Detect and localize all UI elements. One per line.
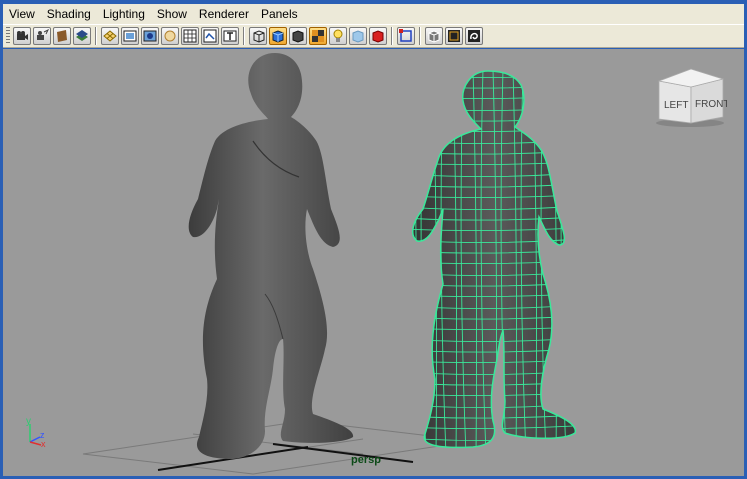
toolbar-separator	[243, 27, 245, 45]
toolbar-separator	[95, 27, 97, 45]
axis-gizmo: y z x	[26, 416, 46, 449]
toolbar-separator	[419, 27, 421, 45]
film-gate-icon	[123, 30, 137, 42]
resolution-gate-icon	[143, 30, 157, 42]
camera-name-label: persp	[351, 454, 381, 466]
safe-action-button[interactable]	[201, 27, 219, 45]
2d-pan-zoom-icon	[76, 30, 88, 41]
camera-attributes-button[interactable]	[13, 27, 31, 45]
axis-y-label: y	[26, 416, 31, 427]
field-chart-button[interactable]	[181, 27, 199, 45]
smooth-shade-button[interactable]	[269, 27, 287, 45]
wireframe-icon	[253, 30, 265, 43]
view-cube[interactable]: LEFT FRONT	[653, 67, 729, 129]
axis-x-label: x	[41, 439, 46, 449]
ground-grid	[82, 420, 474, 475]
lights-icon	[333, 29, 343, 42]
toolbar-grip[interactable]	[6, 27, 10, 45]
wireframe-body-model[interactable]	[403, 69, 593, 454]
panel-toolbar	[3, 24, 744, 48]
viewcube-front-label: FRONT	[695, 99, 727, 110]
viewcube-left-label: LEFT	[664, 100, 688, 111]
2d-pan-zoom-button[interactable]	[73, 27, 91, 45]
safe-title-button[interactable]	[221, 27, 239, 45]
toolbar-separator	[391, 27, 393, 45]
image-plane-button[interactable]	[53, 27, 71, 45]
backface-culling-icon	[468, 30, 480, 42]
grid-button[interactable]	[101, 27, 119, 45]
camera-tools-button[interactable]	[33, 27, 51, 45]
image-plane-icon	[57, 30, 67, 42]
wireframe-on-shaded-icon	[428, 30, 440, 43]
lights-button[interactable]	[329, 27, 347, 45]
textured-icon	[312, 30, 324, 42]
textured-button[interactable]	[309, 27, 327, 45]
gate-mask-button[interactable]	[161, 27, 179, 45]
resolution-gate-button[interactable]	[141, 27, 159, 45]
camera-attributes-icon	[17, 31, 28, 40]
menu-shading[interactable]: Shading	[41, 4, 97, 24]
perspective-viewport[interactable]: y z x persp LEFT FRONT	[3, 49, 744, 476]
isolate-select-button[interactable]	[397, 27, 415, 45]
safe-action-icon	[203, 29, 217, 43]
menu-view[interactable]: View	[3, 4, 41, 24]
xray-joints-button[interactable]	[445, 27, 463, 45]
isolate-select-icon	[399, 29, 412, 42]
panel-menubar: View Shading Lighting Show Renderer Pane…	[3, 4, 744, 24]
gate-mask-icon	[164, 30, 176, 42]
xray-button[interactable]	[349, 27, 367, 45]
default-material-button[interactable]	[289, 27, 307, 45]
wireframe-on-shaded-button[interactable]	[425, 27, 443, 45]
shaded-body-model[interactable]	[188, 53, 354, 459]
xray-icon	[352, 30, 364, 43]
wireframe-button[interactable]	[249, 27, 267, 45]
smooth-shade-icon	[272, 30, 284, 43]
render-icon	[372, 30, 384, 43]
render-button[interactable]	[369, 27, 387, 45]
menu-show[interactable]: Show	[151, 4, 193, 24]
viewport-canvas[interactable]: y z x	[3, 49, 744, 476]
xray-joints-icon	[448, 30, 460, 42]
safe-title-icon	[223, 30, 237, 42]
film-gate-button[interactable]	[121, 27, 139, 45]
backface-culling-button[interactable]	[465, 27, 483, 45]
grid-icon	[103, 30, 117, 42]
menu-lighting[interactable]: Lighting	[97, 4, 151, 24]
menu-panels[interactable]: Panels	[255, 4, 304, 24]
camera-tools-icon	[37, 28, 50, 40]
field-chart-icon	[183, 29, 197, 43]
default-material-icon	[292, 30, 304, 43]
menu-renderer[interactable]: Renderer	[193, 4, 255, 24]
viewport-panel-window: View Shading Lighting Show Renderer Pane…	[0, 0, 747, 479]
